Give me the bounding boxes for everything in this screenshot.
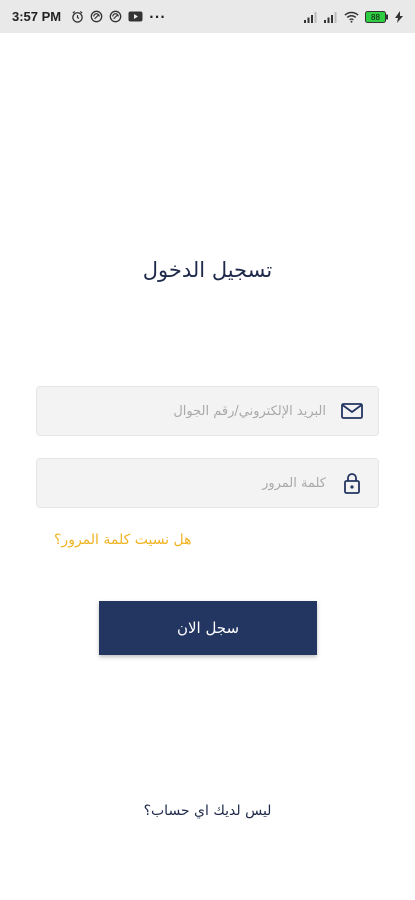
envelope-icon [340, 399, 364, 423]
lock-icon [340, 471, 364, 495]
status-bar-left: 3:57 PM ··· [12, 9, 166, 24]
no-account-link[interactable]: ليس لديك اي حساب؟ [0, 803, 415, 819]
wifi-icon [344, 11, 359, 23]
notification-app-icon [109, 10, 122, 23]
forgot-password-link[interactable]: هل نسيت كلمة المرور؟ [54, 532, 192, 548]
video-play-icon [128, 11, 143, 22]
alarm-icon [71, 10, 84, 23]
page-title: تسجيل الدخول [142, 258, 273, 282]
password-input[interactable] [51, 459, 326, 507]
notification-app-icon [90, 10, 103, 23]
battery-level: 88 [371, 13, 380, 22]
email-input[interactable] [51, 387, 326, 435]
signal-icon [304, 11, 318, 23]
status-bar-right: 88 [304, 10, 403, 23]
password-field[interactable] [36, 458, 379, 508]
battery-icon: 88 [365, 10, 389, 23]
status-time: 3:57 PM [12, 9, 62, 24]
status-bar: 3:57 PM ··· 88 [0, 0, 415, 33]
email-field[interactable] [36, 386, 379, 436]
login-button[interactable]: سجل الان [99, 601, 317, 655]
more-notifications-icon: ··· [149, 9, 166, 24]
charging-icon [395, 10, 403, 23]
signal-icon [324, 11, 338, 23]
